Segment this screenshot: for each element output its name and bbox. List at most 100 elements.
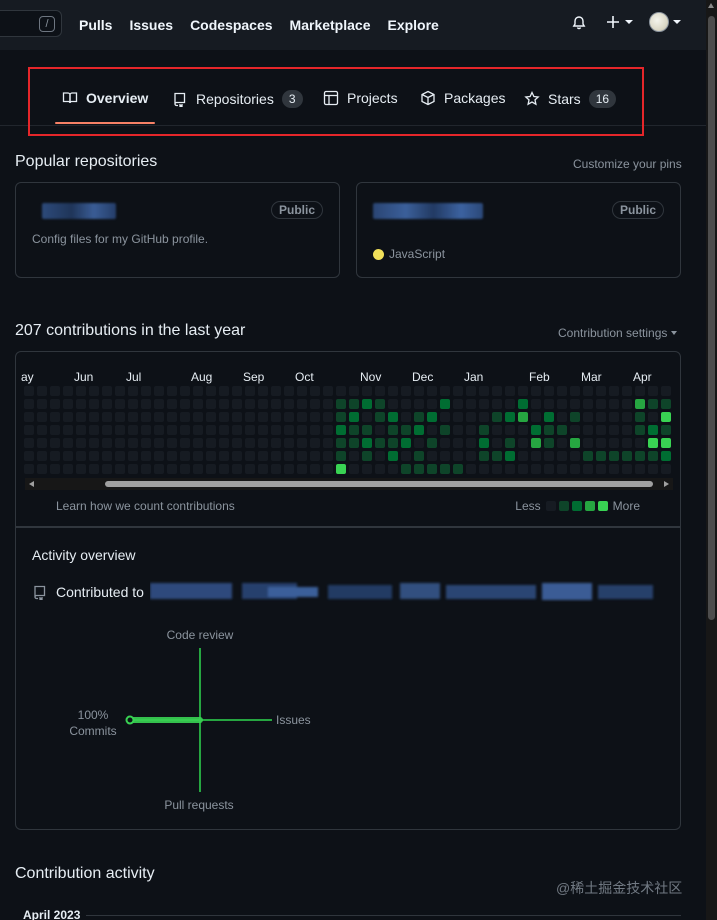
calendar-day[interactable] [570, 386, 580, 396]
calendar-day[interactable] [154, 399, 164, 409]
calendar-day[interactable] [596, 464, 606, 474]
calendar-day[interactable] [492, 425, 502, 435]
calendar-day[interactable] [349, 451, 359, 461]
calendar-day[interactable] [297, 464, 307, 474]
calendar-day[interactable] [388, 438, 398, 448]
calendar-day[interactable] [297, 386, 307, 396]
calendar-day[interactable] [648, 425, 658, 435]
calendar-day[interactable] [349, 438, 359, 448]
calendar-day[interactable] [154, 386, 164, 396]
calendar-day[interactable] [193, 438, 203, 448]
calendar-day[interactable] [141, 386, 151, 396]
calendar-day[interactable] [50, 399, 60, 409]
calendar-day[interactable] [648, 386, 658, 396]
calendar-day[interactable] [336, 412, 346, 422]
calendar-day[interactable] [271, 438, 281, 448]
calendar-day[interactable] [297, 425, 307, 435]
calendar-day[interactable] [115, 464, 125, 474]
nav-explore[interactable]: Explore [387, 17, 438, 33]
calendar-day[interactable] [479, 399, 489, 409]
calendar-day[interactable] [180, 412, 190, 422]
calendar-day[interactable] [609, 425, 619, 435]
calendar-day[interactable] [258, 386, 268, 396]
calendar-day[interactable] [583, 399, 593, 409]
calendar-day[interactable] [284, 399, 294, 409]
calendar-day[interactable] [89, 464, 99, 474]
calendar-day[interactable] [167, 425, 177, 435]
calendar-day[interactable] [193, 412, 203, 422]
calendar-day[interactable] [531, 451, 541, 461]
calendar-day[interactable] [609, 399, 619, 409]
nav-issues[interactable]: Issues [129, 17, 173, 33]
calendar-day[interactable] [635, 464, 645, 474]
calendar-day[interactable] [440, 399, 450, 409]
calendar-day[interactable] [453, 412, 463, 422]
calendar-day[interactable] [622, 451, 632, 461]
calendar-day[interactable] [76, 438, 86, 448]
calendar-day[interactable] [89, 451, 99, 461]
calendar-day[interactable] [193, 451, 203, 461]
calendar-day[interactable] [115, 412, 125, 422]
calendar-day[interactable] [427, 425, 437, 435]
calendar-day[interactable] [89, 399, 99, 409]
calendar-day[interactable] [63, 386, 73, 396]
calendar-day[interactable] [206, 451, 216, 461]
calendar-day[interactable] [245, 464, 255, 474]
calendar-day[interactable] [427, 386, 437, 396]
calendar-day[interactable] [531, 399, 541, 409]
calendar-day[interactable] [63, 399, 73, 409]
calendar-day[interactable] [180, 451, 190, 461]
scroll-right-icon[interactable] [664, 481, 669, 487]
calendar-day[interactable] [505, 412, 515, 422]
calendar-day[interactable] [531, 464, 541, 474]
calendar-day[interactable] [167, 464, 177, 474]
user-menu-button[interactable] [649, 12, 681, 32]
calendar-day[interactable] [76, 464, 86, 474]
calendar-day[interactable] [622, 438, 632, 448]
calendar-day[interactable] [24, 464, 34, 474]
calendar-day[interactable] [89, 386, 99, 396]
calendar-day[interactable] [492, 386, 502, 396]
calendar-day[interactable] [518, 425, 528, 435]
calendar-day[interactable] [271, 464, 281, 474]
calendar-day[interactable] [284, 386, 294, 396]
bell-icon[interactable] [571, 14, 587, 30]
calendar-day[interactable] [37, 464, 47, 474]
calendar-day[interactable] [531, 386, 541, 396]
calendar-day[interactable] [258, 399, 268, 409]
calendar-day[interactable] [336, 438, 346, 448]
calendar-day[interactable] [648, 451, 658, 461]
calendar-day[interactable] [50, 425, 60, 435]
calendar-day[interactable] [284, 438, 294, 448]
calendar-day[interactable] [37, 399, 47, 409]
calendar-day[interactable] [362, 425, 372, 435]
calendar-day[interactable] [349, 464, 359, 474]
calendar-day[interactable] [323, 451, 333, 461]
calendar-day[interactable] [76, 412, 86, 422]
calendar-day[interactable] [427, 399, 437, 409]
calendar-day[interactable] [531, 438, 541, 448]
calendar-day[interactable] [24, 412, 34, 422]
calendar-day[interactable] [466, 438, 476, 448]
calendar-day[interactable] [284, 464, 294, 474]
calendar-day[interactable] [635, 438, 645, 448]
calendar-day[interactable] [258, 412, 268, 422]
calendar-day[interactable] [648, 464, 658, 474]
calendar-day[interactable] [167, 386, 177, 396]
calendar-day[interactable] [245, 412, 255, 422]
calendar-day[interactable] [388, 386, 398, 396]
calendar-day[interactable] [50, 464, 60, 474]
calendar-day[interactable] [622, 399, 632, 409]
learn-contributions-link[interactable]: Learn how we count contributions [56, 499, 235, 513]
create-new-button[interactable] [605, 14, 633, 30]
calendar-day[interactable] [63, 464, 73, 474]
calendar-day[interactable] [362, 399, 372, 409]
calendar-day[interactable] [128, 412, 138, 422]
calendar-day[interactable] [50, 412, 60, 422]
calendar-day[interactable] [89, 412, 99, 422]
calendar-day[interactable] [37, 412, 47, 422]
calendar-day[interactable] [570, 399, 580, 409]
calendar-day[interactable] [24, 451, 34, 461]
calendar-day[interactable] [323, 412, 333, 422]
calendar-day[interactable] [167, 399, 177, 409]
